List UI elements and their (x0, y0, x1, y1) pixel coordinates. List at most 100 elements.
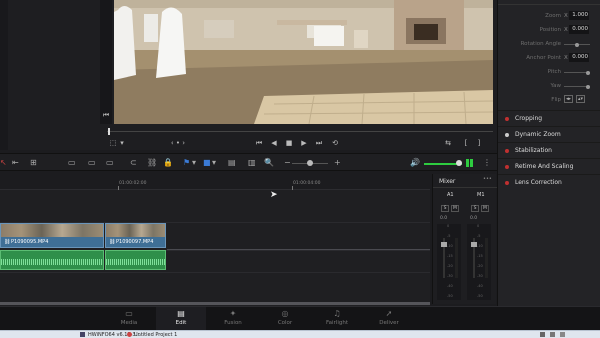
chevron-down-icon[interactable]: ▾ (212, 158, 216, 168)
video-frame (114, 0, 493, 124)
zoom-full-icon[interactable]: ▤ (228, 158, 236, 168)
position-x-field[interactable]: 0.000 (569, 25, 589, 34)
video-clip[interactable]: ⛓ P1090097.MP4 (105, 223, 166, 248)
in-point-icon[interactable]: [ (461, 138, 471, 148)
level-meter-right (470, 159, 473, 167)
go-to-start-icon[interactable]: ⏮ (254, 138, 264, 148)
taskbar-item[interactable]: HWiNFO64 v6.12-3... (88, 332, 140, 338)
solo-button[interactable]: S (441, 205, 449, 212)
flag-icon[interactable]: ⚑ (183, 158, 190, 168)
tray-icon[interactable] (550, 332, 555, 337)
color-icon: ◎ (281, 309, 289, 318)
page-media[interactable]: ▭ Media (104, 307, 154, 331)
tray-icon[interactable] (540, 332, 545, 337)
jog-control-icon[interactable]: ‹ • › (170, 138, 186, 148)
timeline-scrollbar[interactable] (0, 302, 430, 305)
viewer-panel: ⏮ ⬚ ▾ ‹ • › ⏮ ◀ ■ ▶ ⏭ ⟲ ⇆ [] (0, 0, 497, 150)
viewer-scrubber[interactable] (107, 127, 493, 135)
enable-dot-icon[interactable] (505, 149, 509, 153)
page-fairlight[interactable]: ♫ Fairlight (312, 307, 362, 331)
trim-tool-icon[interactable]: ⇤ (12, 158, 19, 168)
level-meter (455, 238, 458, 278)
viewer-options-icon[interactable]: ⬚ (108, 138, 118, 148)
more-options-icon[interactable]: ⋮ (483, 158, 491, 168)
more-options-icon[interactable]: ••• (483, 176, 492, 182)
volume-knob[interactable] (456, 160, 462, 166)
pitch-slider[interactable] (564, 70, 590, 75)
taskbar-item[interactable]: Untitled Project 1 (134, 332, 177, 338)
flip-vertical-icon[interactable]: ▴▾ (576, 95, 585, 103)
replace-clip-icon[interactable]: ▭ (106, 158, 114, 168)
enable-dot-icon[interactable] (505, 133, 509, 137)
selection-tool-icon[interactable]: ↖ (0, 158, 7, 168)
enable-dot-icon[interactable] (505, 181, 509, 185)
timeline-ruler[interactable]: 01:00:02:00 01:00:04:00 (0, 172, 430, 190)
zoom-slider-knob[interactable] (307, 160, 313, 166)
zoom-detail-icon[interactable]: ▥ (248, 158, 256, 168)
page-label: Edit (175, 320, 187, 326)
zoom-x-field[interactable]: 1.000 (569, 11, 589, 20)
solo-button[interactable]: S (471, 205, 479, 212)
audio-waveform (1, 259, 103, 265)
page-fusion[interactable]: ✦ Fusion (208, 307, 258, 331)
insert-clip-icon[interactable]: ▭ (68, 158, 76, 168)
stop-icon[interactable]: ■ (284, 138, 294, 148)
zoom-custom-icon[interactable]: 🔍 (264, 158, 274, 168)
position-row: Position X 0.000 (498, 24, 600, 36)
channel-level: 0.0 (440, 216, 448, 221)
mute-button[interactable]: M (481, 205, 489, 212)
mouse-cursor-icon: ➤ (270, 190, 278, 200)
enable-dot-icon[interactable] (505, 165, 509, 169)
play-icon[interactable]: ▶ (299, 138, 309, 148)
playhead[interactable] (108, 128, 110, 135)
rotation-label: Rotation Angle (520, 41, 561, 47)
media-icon: ▭ (125, 309, 133, 318)
stabilization-section[interactable]: Stabilization (498, 142, 600, 158)
dynamic-zoom-section[interactable]: Dynamic Zoom (498, 126, 600, 142)
blade-tool-icon[interactable]: ⊞ (30, 158, 37, 168)
overwrite-clip-icon[interactable]: ▭ (88, 158, 96, 168)
rotation-slider[interactable] (564, 42, 590, 47)
yaw-slider[interactable] (564, 84, 590, 89)
match-frame-icon[interactable]: ⇆ (442, 138, 454, 148)
yaw-label: Yaw (550, 83, 561, 89)
link-icon: ⛓ (109, 239, 116, 245)
lock-icon[interactable]: 🔒 (163, 158, 173, 168)
link-icon: ⛓ (4, 239, 11, 245)
video-frame-image (114, 0, 493, 124)
marker-icon[interactable]: ■ (203, 158, 211, 168)
flip-horizontal-icon[interactable]: ◂▸ (564, 95, 573, 103)
audio-clip[interactable] (0, 250, 104, 270)
link-icon[interactable]: ⛓ (147, 158, 157, 168)
snapping-icon[interactable]: ⊂ (130, 158, 137, 168)
play-reverse-icon[interactable]: ◀ (269, 138, 279, 148)
meter-scale: 0 -5 -10 -15 -20 -30 -40 -50 (447, 224, 453, 298)
lens-correction-section[interactable]: Lens Correction (498, 174, 600, 190)
yaw-row: Yaw (498, 80, 600, 92)
page-color[interactable]: ◎ Color (260, 307, 310, 331)
channel-name: A1 (447, 192, 454, 198)
to-start-icon[interactable]: ⏮ (101, 110, 111, 120)
flip-label: Flip (551, 97, 561, 103)
chevron-down-icon[interactable]: ▾ (192, 158, 196, 168)
anchor-x-field[interactable]: 0.000 (569, 53, 589, 62)
mute-button[interactable]: M (451, 205, 459, 212)
cropping-section[interactable]: Cropping (498, 110, 600, 126)
page-edit[interactable]: ▤ Edit (156, 307, 206, 331)
speaker-icon[interactable]: 🔊 (410, 158, 420, 168)
clip-thumbnails (106, 224, 165, 237)
tray-icon[interactable] (560, 332, 565, 337)
out-point-icon[interactable]: ] (474, 138, 484, 148)
zoom-out-icon[interactable]: − (284, 158, 291, 168)
audio-clip[interactable] (105, 250, 166, 270)
zoom-in-icon[interactable]: + (334, 158, 341, 168)
retime-scaling-section[interactable]: Retime And Scaling (498, 158, 600, 170)
chevron-down-icon[interactable]: ▾ (118, 138, 126, 148)
enable-dot-icon[interactable] (505, 117, 509, 121)
go-to-end-icon[interactable]: ⏭ (314, 138, 324, 148)
loop-icon[interactable]: ⟲ (329, 138, 341, 148)
page-deliver[interactable]: ➚ Deliver (364, 307, 414, 331)
edit-icon: ▤ (177, 309, 185, 318)
video-clip[interactable]: ⛓ P1090095.MP4 (0, 223, 104, 248)
mixer-title: Mixer (439, 178, 456, 185)
